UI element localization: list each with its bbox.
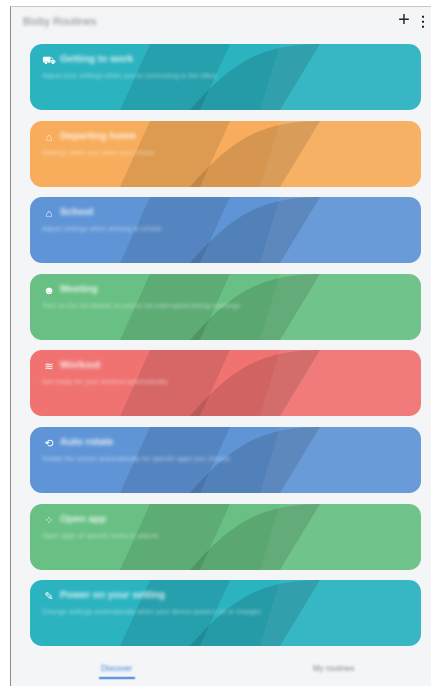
routine-card-title: Open app [60, 514, 107, 525]
home-icon: ⌂ [45, 132, 53, 144]
routine-card[interactable]: ≋ Workout Get ready for your workout autom… [30, 350, 421, 416]
routine-card-description: Settings when you leave your house [42, 150, 155, 157]
routine-card-title: Getting to work [60, 54, 134, 65]
routine-card-list: ⛟ Getting to work Adjust your settings whe… [11, 7, 431, 686]
routine-card-description: Turn on Do not disturb so you're not int… [42, 303, 241, 310]
workout-icon: ≋ [44, 361, 54, 373]
routine-card[interactable]: ✎ Power on your setting Change settings au… [30, 580, 421, 646]
school-icon: ⌂ [45, 208, 53, 220]
rotate-icon: ⟲ [44, 438, 54, 450]
routine-card-description: Rotate the screen automatically for spec… [42, 456, 231, 463]
bottom-tabs: Discover My routines [11, 655, 431, 686]
routine-card[interactable]: ⁘ Open app Open apps at specific times or … [30, 504, 421, 570]
routine-card-title: Auto rotate [60, 437, 114, 448]
commute-icon: ⛟ [42, 55, 56, 67]
routine-card[interactable]: ⛟ Getting to work Adjust your settings whe… [30, 44, 421, 110]
routine-card-description: Open apps at specific times or places [42, 533, 159, 540]
routine-card-title: Meeting [60, 284, 98, 295]
routine-card-description: Adjust your settings when you're commuti… [42, 73, 217, 80]
app-window: Bixby Routines + ⋮ ⛟ Getting to work Adjus… [10, 6, 431, 686]
tab-my-routines[interactable]: My routines [313, 664, 354, 673]
routine-card-title: School [60, 207, 94, 218]
routine-card-title: Workout [60, 360, 101, 371]
tab-discover[interactable]: Discover [101, 664, 132, 673]
routine-card[interactable]: ⌂ School Adjust settings when arriving at … [30, 197, 421, 263]
routine-card-description: Change settings automatically when your … [42, 609, 262, 616]
routine-card-description: Get ready for your workout automatically [42, 379, 168, 386]
routine-card[interactable]: ⟲ Auto rotate Rotate the screen automatica… [30, 427, 421, 493]
tab-active-indicator [99, 677, 135, 679]
routine-card[interactable]: ☻ Meeting Turn on Do not disturb so you're… [30, 274, 421, 340]
routine-card-description: Adjust settings when arriving at school [42, 226, 162, 233]
routine-card-title: Power on your setting [60, 590, 166, 601]
routine-card-title: Departing home [60, 131, 137, 142]
routine-card[interactable]: ⌂ Departing home Settings when you leave y… [30, 121, 421, 187]
magic-icon: ✎ [44, 591, 54, 603]
apps-icon: ⁘ [44, 515, 54, 527]
people-icon: ☻ [43, 285, 55, 297]
